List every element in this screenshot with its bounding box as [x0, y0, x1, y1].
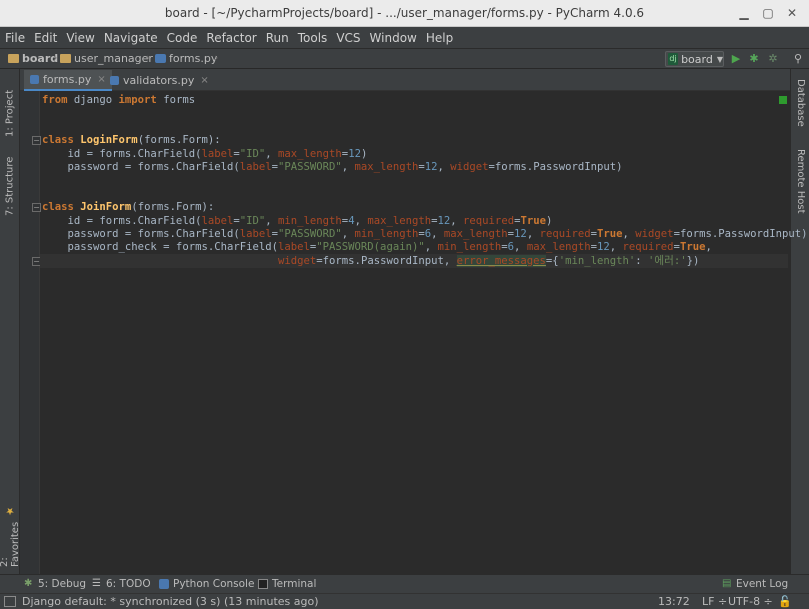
minimize-icon[interactable]: ▁ — [736, 5, 752, 21]
debug-icon[interactable]: ✱ — [747, 52, 761, 66]
tool-tab-label: Python Console — [173, 578, 255, 590]
folder-icon — [60, 54, 71, 63]
bottom-tool-bar: ✱ 5: Debug ☰ 6: TODO Python Console Term… — [0, 574, 809, 593]
breadcrumb-label: forms.py — [169, 52, 218, 65]
tab-forms-py[interactable]: forms.py × — [24, 70, 112, 91]
status-message: Django default: * synchronized (3 s) (13… — [22, 595, 319, 608]
python-console-tool-tab[interactable]: Python Console — [159, 578, 254, 590]
lock-icon[interactable]: 🔓 — [778, 595, 792, 608]
editor-tabs: forms.py × validators.py × — [20, 69, 790, 91]
menu-bar: File Edit View Navigate Code Refactor Ru… — [0, 27, 809, 48]
menu-file[interactable]: File — [4, 31, 26, 45]
python-file-icon — [155, 54, 166, 63]
menu-vcs[interactable]: VCS — [335, 31, 361, 45]
bug-icon: ✱ — [24, 578, 33, 589]
structure-tool-tab[interactable]: 7: Structure — [1, 153, 19, 219]
tab-label: validators.py — [123, 74, 195, 87]
search-icon[interactable]: ⚲ — [791, 52, 805, 66]
menu-refactor[interactable]: Refactor — [205, 31, 257, 45]
tool-windows-toggle-icon[interactable] — [4, 596, 16, 607]
menu-tools[interactable]: Tools — [297, 31, 329, 45]
file-encoding[interactable]: UTF-8 ÷ — [728, 595, 773, 608]
code-line: widget=forms.PasswordInput, error_messag… — [278, 254, 700, 267]
todo-icon: ☰ — [92, 578, 101, 589]
tool-tab-label: 5: Debug — [38, 578, 87, 590]
code-area: from django import forms class LoginForm… — [42, 94, 808, 268]
python-file-icon — [110, 76, 119, 85]
editor-gutter: − − − — [20, 91, 41, 574]
fold-icon[interactable]: − — [32, 203, 41, 212]
maximize-icon[interactable]: ▢ — [760, 5, 776, 21]
fold-icon[interactable]: − — [32, 136, 41, 145]
left-tool-strip: 1: Project 7: Structure 2: Favorites ★ — [0, 69, 21, 574]
chevron-down-icon: ▼ — [716, 54, 723, 64]
tool-tab-label: 6: TODO — [106, 578, 151, 590]
project-tool-tab[interactable]: 1: Project — [1, 83, 19, 143]
code-line: password_check = forms.CharField(label="… — [42, 241, 712, 254]
breadcrumb-separator: › — [146, 51, 151, 64]
menu-run[interactable]: Run — [265, 31, 290, 45]
breadcrumb-label: user_manager — [74, 52, 153, 65]
run-configuration-label: board — [681, 52, 713, 66]
tool-tab-label: Event Log — [736, 578, 789, 590]
code-editor[interactable]: − − − from django import forms class Log… — [20, 91, 808, 574]
run-configuration-select[interactable]: dj board ▼ — [665, 51, 724, 67]
event-log-icon: ▤ — [722, 578, 732, 589]
python-console-icon — [159, 579, 169, 589]
close-icon[interactable]: ✕ — [784, 5, 800, 21]
code-line: id = forms.CharField(label="ID", min_len… — [42, 214, 553, 227]
menu-edit[interactable]: Edit — [33, 31, 58, 45]
close-tab-icon[interactable]: × — [200, 75, 208, 86]
event-log-tool-tab[interactable]: ▤ Event Log — [722, 578, 788, 590]
terminal-tool-tab[interactable]: Terminal — [258, 578, 316, 590]
tool-tab-label: 1: Project — [4, 89, 16, 137]
window-title: board - [~/PycharmProjects/board] - .../… — [164, 6, 645, 20]
run-icon[interactable]: ▶ — [729, 52, 743, 66]
status-bar: Django default: * synchronized (3 s) (13… — [0, 593, 809, 609]
coverage-icon[interactable]: ✲ — [766, 52, 780, 66]
breadcrumb-forms-py[interactable]: forms.py — [155, 52, 217, 65]
tab-validators-py[interactable]: validators.py × — [104, 70, 215, 91]
title-bar: board - [~/PycharmProjects/board] - .../… — [0, 0, 809, 27]
menu-navigate[interactable]: Navigate — [103, 31, 159, 45]
menu-help[interactable]: Help — [425, 31, 454, 45]
breadcrumb-separator: › — [214, 51, 219, 64]
tool-tab-label: 2: Favorites — [0, 521, 21, 567]
breadcrumb-user-manager[interactable]: user_manager — [60, 52, 153, 65]
code-line: password = forms.CharField(label="PASSWO… — [42, 160, 623, 173]
menu-view[interactable]: View — [65, 31, 95, 45]
code-line: id = forms.CharField(label="ID", max_len… — [42, 147, 368, 160]
tool-tab-label: Terminal — [272, 578, 317, 590]
python-file-icon — [30, 75, 39, 84]
menu-window[interactable]: Window — [369, 31, 418, 45]
navigation-bar: board › user_manager › forms.py › dj boa… — [0, 48, 809, 69]
code-line: class LoginForm(forms.Form): — [42, 134, 221, 147]
terminal-icon — [258, 579, 268, 589]
tool-tab-label: 7: Structure — [4, 156, 16, 216]
folder-icon — [8, 54, 19, 63]
favorites-tool-tab[interactable]: 2: Favorites ★ — [0, 505, 21, 567]
star-icon: ★ — [4, 505, 16, 516]
menu-code[interactable]: Code — [166, 31, 199, 45]
debug-tool-tab[interactable]: ✱ 5: Debug — [24, 578, 86, 590]
code-line: password = forms.CharField(label="PASSWO… — [42, 227, 808, 240]
breadcrumb-board[interactable]: board — [8, 52, 58, 65]
django-icon: dj — [668, 53, 679, 65]
line-separator[interactable]: LF ÷ — [702, 595, 727, 608]
code-line: class JoinForm(forms.Form): — [42, 201, 215, 214]
breadcrumb-separator: › — [53, 51, 58, 64]
cursor-position[interactable]: 13:72 — [658, 595, 690, 608]
tab-label: forms.py — [43, 73, 92, 86]
code-line: from django import forms — [42, 94, 196, 106]
todo-tool-tab[interactable]: ☰ 6: TODO — [92, 578, 151, 590]
